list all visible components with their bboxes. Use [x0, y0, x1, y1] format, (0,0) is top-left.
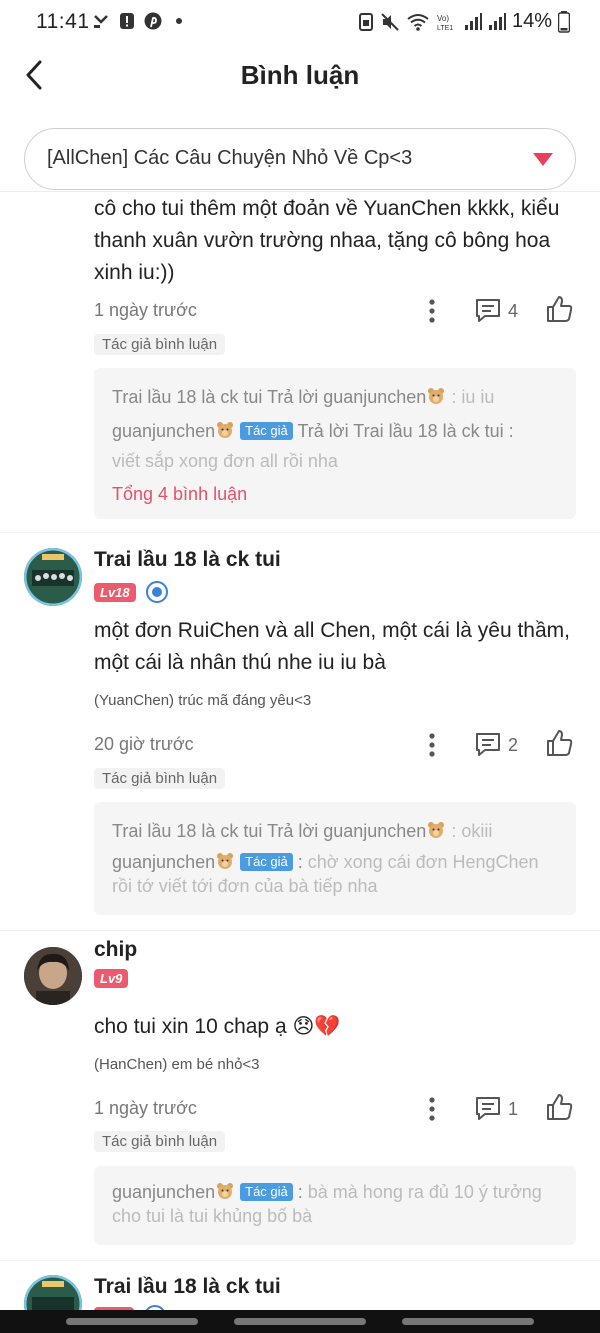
- dot-icon: [176, 18, 182, 24]
- reply-preview[interactable]: Trai lầu 18 là ck tui Trả lời guanjunche…: [94, 368, 576, 519]
- story-tag: (YuanChen) trúc mã đáng yêu<3: [94, 692, 312, 709]
- author-comment-tag: Tác giả bình luận: [94, 768, 226, 789]
- avatar-image: [24, 548, 82, 606]
- bear-emoji-icon: [217, 1183, 234, 1199]
- svg-text:Vo): Vo): [437, 14, 449, 23]
- comment-meta: 1 ngày trước 4: [94, 294, 578, 328]
- more-vertical-icon[interactable]: [422, 730, 442, 760]
- signal-2-icon: [488, 12, 506, 30]
- comment-meta: 20 giờ trước 2: [94, 728, 578, 762]
- status-bar: 11:41 Vo) LTE1 14%: [0, 0, 600, 44]
- reply-preview[interactable]: guanjunchen Tác giả : bà mà hong ra đủ 1…: [94, 1166, 576, 1245]
- comment-body: cô cho tui thêm một đoản về YuanChen kkk…: [94, 197, 560, 284]
- thumbs-up-icon[interactable]: [544, 1092, 574, 1122]
- thumbs-up-icon[interactable]: [544, 294, 574, 324]
- author-pill: Tác giả: [240, 422, 293, 440]
- avatar[interactable]: [24, 1275, 82, 1310]
- volte-icon: Vo) LTE1: [437, 14, 453, 32]
- avatar[interactable]: [24, 947, 82, 1005]
- reply-line: guanjunchen Tác giả Trả lời Trai lầu 18 …: [112, 421, 514, 471]
- reply-button[interactable]: 2: [474, 730, 524, 760]
- mute-icon: [381, 12, 399, 31]
- nav-pill-right[interactable]: [402, 1318, 534, 1325]
- comment-time: 1 ngày trước: [94, 300, 197, 320]
- level-badge: Lv9: [94, 969, 129, 988]
- reply-line: guanjunchen Tác giả : bà mà hong ra đủ 1…: [112, 1182, 542, 1226]
- system-nav-bar: [0, 1310, 600, 1333]
- bear-emoji-icon: [428, 388, 445, 404]
- comment-item: cô cho tui thêm một đoản về YuanChen kkk…: [0, 192, 600, 532]
- page-title: Bình luận: [240, 60, 360, 90]
- bear-emoji-icon: [217, 853, 234, 869]
- comment-time: 20 giờ trước: [94, 734, 194, 754]
- bear-emoji-icon: [217, 422, 234, 438]
- more-vertical-icon[interactable]: [422, 296, 442, 326]
- wifi-icon: [407, 13, 429, 31]
- more-vertical-icon[interactable]: [422, 1094, 442, 1124]
- username[interactable]: Trai lầu 18 là ck tui: [94, 548, 281, 572]
- reply-button[interactable]: 1: [474, 1094, 524, 1124]
- reply-preview[interactable]: Trai lầu 18 là ck tui Trả lời guanjunche…: [94, 802, 576, 915]
- total-replies-link[interactable]: Tổng 4 bình luận: [112, 484, 247, 505]
- svg-text:LTE1: LTE1: [437, 25, 453, 32]
- author-pill: Tác giả: [240, 1183, 293, 1201]
- level-badge: Lv18: [94, 582, 136, 602]
- battery-icon: [558, 10, 570, 33]
- user-badges: Lv9: [94, 969, 129, 988]
- reply-line: Trai lầu 18 là ck tui Trả lời guanjunche…: [112, 821, 493, 841]
- reply-line: Trai lầu 18 là ck tui Trả lời guanjunche…: [112, 387, 495, 407]
- avatar[interactable]: [24, 548, 82, 606]
- battery-percent: 14%: [511, 10, 552, 32]
- status-right-icons: Vo) LTE1 14%: [358, 10, 570, 33]
- header: Bình luận: [0, 44, 600, 114]
- reply-line: guanjunchen Tác giả : chờ xong cái đơn H…: [112, 852, 539, 896]
- bear-emoji-icon: [428, 822, 445, 838]
- author-comment-tag: Tác giả bình luận: [94, 334, 226, 355]
- author-pill: Tác giả: [240, 853, 293, 871]
- comment-item: Trai lầu 18 là ck tui: [0, 1261, 600, 1310]
- reply-bubble-icon: [476, 733, 500, 756]
- nav-pill-left[interactable]: [66, 1318, 198, 1325]
- nav-pill-center[interactable]: [234, 1318, 366, 1325]
- avatar-image: [24, 947, 82, 1005]
- comment-item: Trai lầu 18 là ck tui Lv18 một đơn RuiCh…: [0, 533, 600, 931]
- alert-icon: [120, 13, 134, 29]
- story-selector[interactable]: [AllChen] Các Câu Chuyện Nhỏ Về Cp<3: [24, 128, 576, 190]
- story-tag: (HanChen) em bé nhỏ<3: [94, 1056, 260, 1073]
- author-comment-tag: Tác giả bình luận: [94, 1131, 226, 1152]
- comment-body: một đơn RuiChen và all Chen, một cái là …: [94, 619, 570, 674]
- comment-body: cho tui xin 10 chap ạ 😞💔: [94, 1015, 341, 1038]
- comment-meta: 1 ngày trước 1: [94, 1092, 578, 1126]
- reply-bubble-icon: [476, 299, 500, 322]
- reply-count: 4: [508, 301, 519, 321]
- avatar-image: [24, 1275, 82, 1310]
- status-time: 11:41: [36, 10, 90, 33]
- username[interactable]: Trai lầu 18 là ck tui: [94, 1275, 281, 1299]
- verified-icon: [145, 581, 168, 603]
- reply-count: 1: [508, 1099, 519, 1119]
- status-left-icons: [92, 12, 188, 30]
- reply-count: 2: [508, 735, 519, 755]
- thumbs-up-icon[interactable]: [544, 728, 574, 758]
- story-selector-value: [AllChen] Các Câu Chuyện Nhỏ Về Cp<3: [47, 147, 413, 169]
- signal-1-icon: [464, 12, 482, 30]
- comment-time: 1 ngày trước: [94, 1098, 197, 1118]
- comment-item: chip Lv9 cho tui xin 10 chap ạ 😞💔 (HanCh…: [0, 931, 600, 1251]
- comment-list[interactable]: cô cho tui thêm một đoản về YuanChen kkk…: [0, 192, 600, 1310]
- sim-icon: [358, 12, 373, 31]
- user-badges: Lv18: [94, 581, 168, 603]
- caret-down-icon: [533, 153, 553, 166]
- pinterest-icon: [144, 12, 162, 30]
- missed-call-icon: [94, 15, 108, 28]
- reply-bubble-icon: [476, 1097, 500, 1120]
- reply-button[interactable]: 4: [474, 296, 524, 326]
- username[interactable]: chip: [94, 938, 137, 962]
